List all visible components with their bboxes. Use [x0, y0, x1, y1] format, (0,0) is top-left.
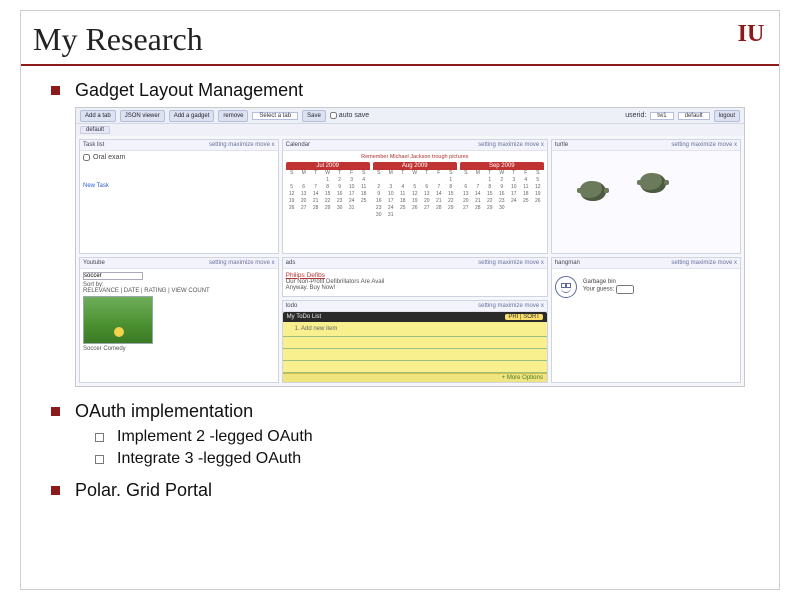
auto-save-label: auto save	[339, 112, 369, 119]
userid-dropdown[interactable]: tw1	[650, 112, 673, 120]
portal-toolbar: Add a tab JSON viewer Add a gadget remov…	[76, 108, 744, 124]
guess-input[interactable]	[616, 285, 634, 294]
gadget-title: hangman	[555, 260, 580, 266]
new-task-link[interactable]: New Task	[83, 183, 275, 189]
bullet-label: Polar. Grid Portal	[75, 480, 212, 500]
gadget-ops[interactable]: setting maximize move x	[478, 142, 544, 148]
gadget-title: Youtube	[83, 260, 105, 266]
gadget-ads: ads setting maximize move x Philips Defi…	[282, 257, 548, 297]
gadget-title: ads	[286, 260, 296, 266]
gadget-turtle: turtle setting maximize move x	[551, 139, 741, 254]
video-thumbnail[interactable]	[83, 296, 153, 344]
notepad-body[interactable]: 1. Add new item	[283, 322, 547, 373]
sub-bullet-label: Integrate 3 -legged OAuth	[117, 450, 301, 467]
bullet-oauth: OAuth implementation Implement 2 -legged…	[51, 401, 769, 468]
month-grid: SMTWTFS123456789101112131415161718192021…	[373, 170, 457, 219]
gadget-ops[interactable]: setting maximize move x	[671, 260, 737, 266]
gadget-title: turtle	[555, 142, 568, 148]
gadget-title: Task list	[83, 142, 104, 148]
gadget-task-list: Task list setting maximize move x Oral e…	[79, 139, 279, 254]
save-button[interactable]: Save	[302, 110, 326, 122]
ad-text: Anyway. Buy Now!	[286, 285, 544, 291]
gadget-title: Calendar	[286, 142, 310, 148]
sub-bullet-3legged: Integrate 3 -legged OAuth	[95, 450, 769, 468]
turtle-icon	[580, 181, 606, 201]
month-grid: SMTWTFS123456789101112131415161718192021…	[286, 170, 370, 212]
middle-bottom-stack: ads setting maximize move x Philips Defi…	[282, 257, 548, 383]
task-text: Oral exam	[93, 154, 125, 161]
task-checkbox[interactable]	[83, 154, 90, 161]
pad-title: My ToDo List	[287, 314, 322, 320]
gadget-calendar: Calendar setting maximize move x Remembe…	[282, 139, 548, 254]
task-item[interactable]: Oral exam	[83, 154, 275, 161]
youtube-search-input[interactable]	[83, 272, 143, 280]
smiley-icon	[555, 276, 577, 298]
slide-frame: IU My Research Gadget Layout Management …	[20, 10, 780, 590]
calendar-months: Jul 2009SMTWTFS1234567891011121314151617…	[286, 162, 544, 219]
pad-more-options[interactable]: + More Options	[283, 373, 547, 382]
portal-tabbar: default	[76, 124, 744, 136]
remove-button[interactable]: remove	[218, 110, 248, 122]
userid-label: userid:	[625, 112, 646, 119]
video-caption: Soccer Comedy	[83, 346, 275, 352]
iu-logo: IU	[737, 17, 765, 51]
month-grid: SMTWTFS123456789101112131415161718192021…	[460, 170, 544, 212]
bullet-label: Gadget Layout Management	[75, 80, 303, 100]
gadget-ops[interactable]: setting maximize move x	[478, 303, 544, 309]
select-tab-dropdown[interactable]: Select a tab	[252, 112, 298, 120]
gadget-title: todo	[286, 303, 298, 309]
auto-save-checkbox[interactable]: auto save	[330, 112, 369, 119]
auto-save-input[interactable]	[330, 112, 337, 119]
gadget-ops[interactable]: setting maximize move x	[671, 142, 737, 148]
sub-bullet-label: Implement 2 -legged OAuth	[117, 428, 313, 445]
sort-options[interactable]: RELEVANCE | DATE | RATING | VIEW COUNT	[83, 288, 210, 294]
pad-sort[interactable]: PRI | SORT	[505, 314, 542, 320]
gadget-layout-screenshot: Add a tab JSON viewer Add a gadget remov…	[75, 107, 745, 387]
add-tab-button[interactable]: Add a tab	[80, 110, 116, 122]
bullet-label: OAuth implementation	[75, 401, 253, 421]
month-header: Jul 2009	[286, 162, 370, 170]
ad-headline[interactable]: Philips Defibs	[286, 272, 544, 279]
logout-button[interactable]: logout	[714, 110, 740, 122]
turtle-icon	[640, 173, 666, 193]
gadget-ops[interactable]: setting maximize move x	[209, 142, 275, 148]
pad-add-item[interactable]: 1. Add new item	[295, 326, 338, 332]
month-header: Aug 2009	[373, 162, 457, 170]
guess-label: Your guess:	[583, 287, 614, 293]
calendar-note: Remember Michael Jackson trough pictures	[286, 154, 544, 160]
sub-bullet-2legged: Implement 2 -legged OAuth	[95, 428, 769, 446]
gadget-todo: todo setting maximize move x My ToDo Lis…	[282, 300, 548, 383]
add-gadget-button[interactable]: Add a gadget	[169, 110, 215, 122]
logo-text: IU	[738, 21, 765, 48]
gadget-grid: Task list setting maximize move x Oral e…	[76, 136, 744, 386]
month-header: Sep 2009	[460, 162, 544, 170]
gadget-youtube: Youtube setting maximize move x Sort by:…	[79, 257, 279, 383]
layout-dropdown[interactable]: default	[678, 112, 710, 120]
gadget-ops[interactable]: setting maximize move x	[478, 260, 544, 266]
gadget-hangman: hangman setting maximize move x Garbage …	[551, 257, 741, 383]
slide-title: My Research	[21, 11, 779, 66]
gadget-ops[interactable]: setting maximize move x	[209, 260, 275, 266]
tab-default[interactable]: default	[80, 126, 110, 134]
bullet-polargrid: Polar. Grid Portal	[51, 480, 769, 501]
json-viewer-button[interactable]: JSON viewer	[120, 110, 165, 122]
slide-content: Gadget Layout Management Add a tab JSON …	[21, 66, 779, 523]
bullet-gadget-layout: Gadget Layout Management Add a tab JSON …	[51, 80, 769, 387]
